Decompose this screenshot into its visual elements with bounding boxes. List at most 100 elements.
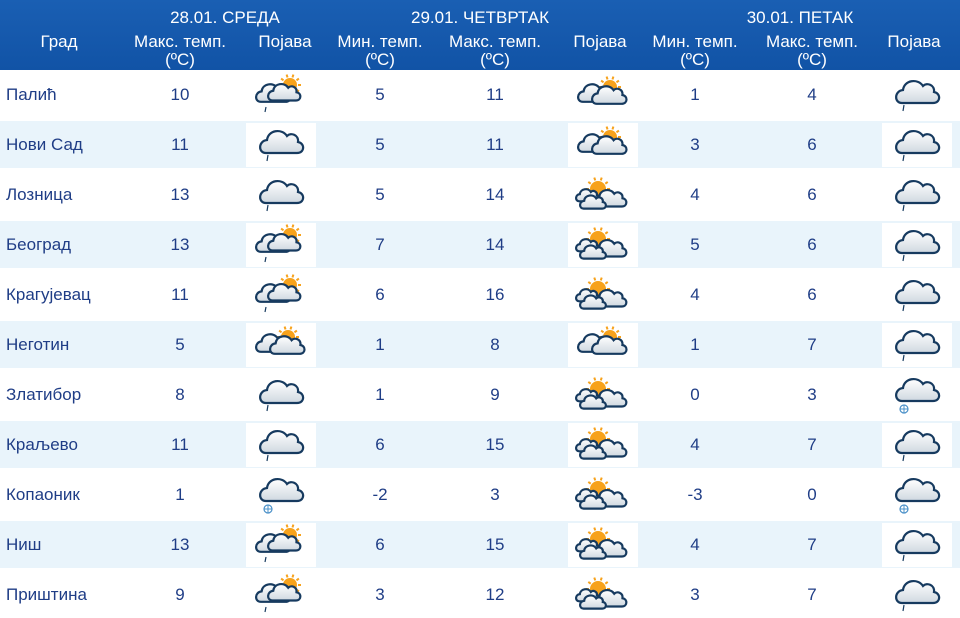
day3-max-temp: 7	[807, 585, 817, 604]
city-name: Неготин	[6, 335, 70, 354]
day3-max-temp: 3	[807, 385, 817, 404]
cloud-snow-icon	[882, 373, 952, 417]
table-header: Град 28.01. СРЕДА Макс. темп. (ºC) Појав…	[0, 0, 960, 70]
day2-min-temp: 6	[375, 435, 385, 454]
cloudy-sun-rain-icon	[246, 523, 316, 567]
cloud-drizzle-icon	[882, 73, 952, 117]
partly-sunny-icon	[568, 423, 638, 467]
cloudy-sun-icon	[568, 73, 638, 117]
cloudy-sun-rain-icon	[246, 273, 316, 317]
day1-max-temp: 10	[170, 85, 190, 104]
day1-max-temp: 5	[175, 335, 185, 354]
day3-max-temp: 7	[807, 335, 817, 354]
day2-max-temp: 11	[486, 85, 504, 104]
table-row: Крагујевац 11 6 16 4 6	[0, 271, 960, 318]
table-row: Палић 10 5 11 1 4	[0, 71, 960, 118]
day1-weather-header: Појава	[258, 32, 312, 51]
day1-max-temp: 11	[171, 135, 189, 154]
day2-min-temp: 1	[375, 385, 385, 404]
day3-min-temp: 4	[690, 535, 700, 554]
table-row: Ниш 13 6 15 4 7	[0, 521, 960, 568]
day1-max-temp-header: Макс. темп.	[133, 32, 227, 51]
cloudy-sun-icon	[246, 323, 316, 367]
day2-min-temp: 1	[375, 335, 385, 354]
partly-sunny-icon	[568, 273, 638, 317]
day3-min-temp: 1	[690, 85, 700, 104]
cloud-drizzle-icon	[882, 223, 952, 267]
cloud-drizzle-icon	[882, 523, 952, 567]
day3-max-temp: 6	[807, 285, 817, 304]
cloud-drizzle-icon	[882, 123, 952, 167]
city-name: Приштина	[6, 585, 87, 604]
day3-max-temp: 6	[807, 135, 817, 154]
cloud-drizzle-icon	[246, 423, 316, 467]
day2-min-temp: 5	[375, 85, 385, 104]
day3-min-temp-unit: (ºC)	[680, 50, 710, 69]
day3-weather-header: Појава	[887, 32, 941, 51]
day3-max-temp: 4	[807, 85, 817, 104]
city-name: Крагујевац	[6, 285, 91, 304]
day3-max-temp: 6	[807, 235, 817, 254]
city-name: Београд	[6, 235, 72, 254]
day3-date-header: 30.01. ПЕТАК	[746, 8, 854, 27]
day3-max-temp: 7	[807, 435, 817, 454]
day1-max-temp: 8	[175, 385, 185, 404]
day3-min-temp-header: Мин. темп.	[652, 32, 738, 51]
city-column-header: Град	[40, 32, 78, 51]
cloudy-sun-rain-icon	[246, 223, 316, 267]
day3-min-temp: 3	[690, 585, 700, 604]
city-name: Копаоник	[6, 485, 80, 504]
table-row: Нови Сад 11 5 11 3 6	[0, 121, 960, 168]
cloud-drizzle-icon	[882, 423, 952, 467]
day3-min-temp: 3	[690, 135, 700, 154]
city-name: Краљево	[6, 435, 78, 454]
day1-date-header: 28.01. СРЕДА	[170, 8, 280, 27]
day3-max-temp-unit: (ºC)	[797, 50, 827, 69]
partly-sunny-icon	[568, 573, 638, 617]
table-row: Београд 13 7 14 5 6	[0, 221, 960, 268]
partly-sunny-icon	[568, 373, 638, 417]
cloud-drizzle-icon	[882, 323, 952, 367]
day3-max-temp: 7	[807, 535, 817, 554]
cloudy-sun-rain-icon	[246, 573, 316, 617]
cloudy-sun-icon	[568, 123, 638, 167]
day3-max-temp: 6	[807, 185, 817, 204]
partly-sunny-icon	[568, 523, 638, 567]
cloud-drizzle-icon	[246, 373, 316, 417]
day1-max-temp-unit: (ºC)	[165, 50, 195, 69]
day2-min-temp: 6	[375, 535, 385, 554]
day3-max-temp: 0	[807, 485, 817, 504]
cloud-drizzle-icon	[882, 173, 952, 217]
day3-max-temp-header: Макс. темп.	[765, 32, 859, 51]
day2-max-temp: 14	[485, 235, 505, 254]
day2-min-temp-unit: (ºC)	[365, 50, 395, 69]
table-row: Лозница 13 5 14 4 6	[0, 171, 960, 218]
day2-min-temp: 6	[375, 285, 385, 304]
cloud-snow-icon	[246, 473, 316, 517]
day1-max-temp: 11	[171, 285, 189, 304]
day3-min-temp: 1	[690, 335, 700, 354]
partly-sunny-icon	[568, 173, 638, 217]
table-row: Приштина 9 3 12 3 7	[0, 571, 960, 618]
day2-max-temp: 9	[490, 385, 500, 404]
day2-max-temp: 11	[486, 135, 504, 154]
day1-max-temp: 13	[170, 185, 190, 204]
cloud-drizzle-icon	[882, 273, 952, 317]
day3-min-temp: 4	[690, 435, 700, 454]
day2-min-temp: 3	[375, 585, 385, 604]
partly-sunny-icon	[568, 223, 638, 267]
cloudy-sun-icon	[568, 323, 638, 367]
city-name: Златибор	[6, 385, 82, 404]
partly-sunny-icon	[568, 473, 638, 517]
day2-max-temp: 3	[490, 485, 500, 504]
day2-min-temp: -2	[372, 485, 388, 504]
city-name: Ниш	[6, 535, 42, 554]
day1-max-temp: 11	[171, 435, 189, 454]
day2-max-temp: 15	[485, 535, 505, 554]
day2-min-temp: 5	[375, 135, 385, 154]
city-name: Нови Сад	[6, 135, 83, 154]
day2-date-header: 29.01. ЧЕТВРТАК	[410, 8, 550, 27]
cloud-snow-icon	[882, 473, 952, 517]
table-row: Краљево 11 6 15 4 7	[0, 421, 960, 468]
day2-max-temp: 14	[485, 185, 505, 204]
